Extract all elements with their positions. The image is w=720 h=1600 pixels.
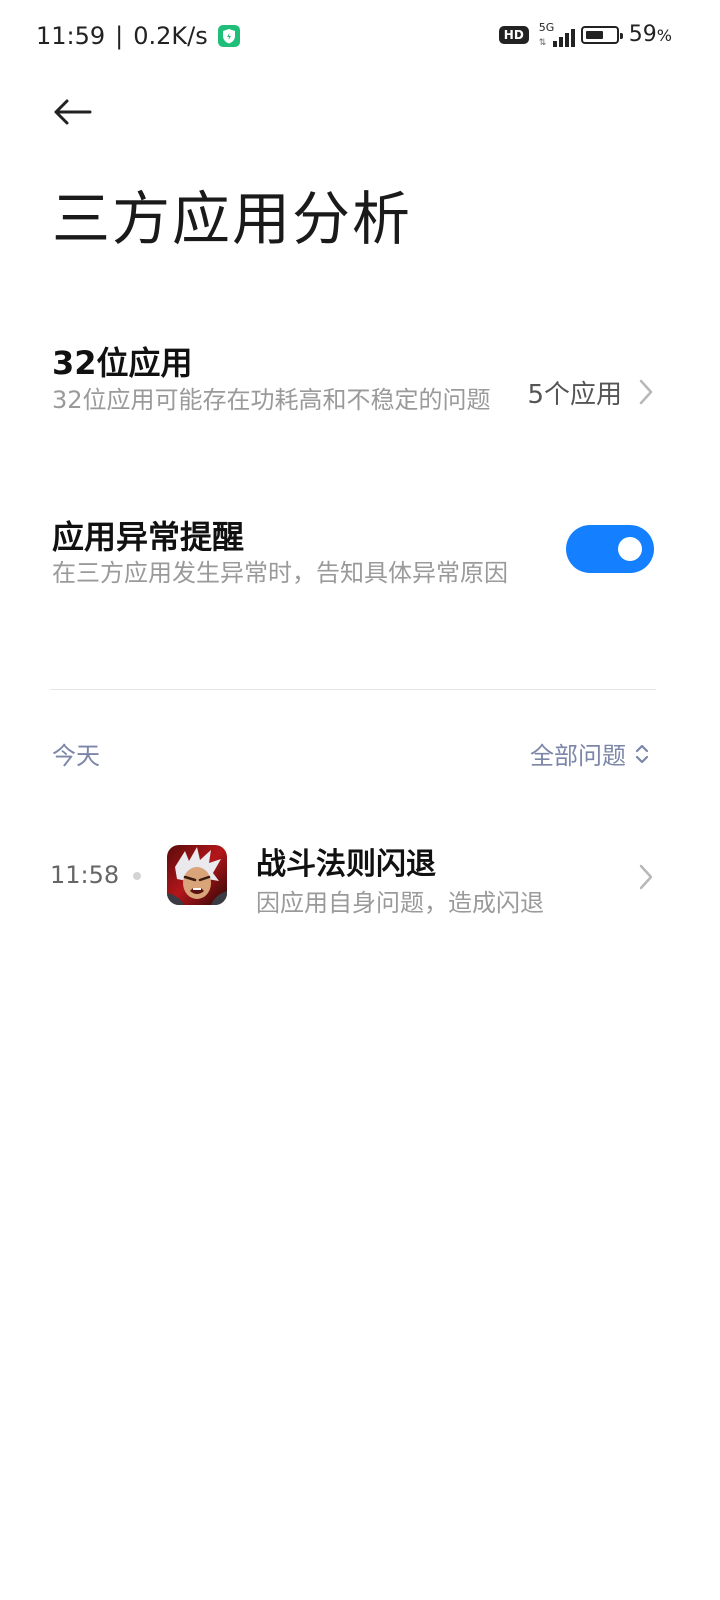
crash-alert-toggle[interactable] (566, 525, 654, 573)
battery-percent: 59% (628, 22, 672, 47)
crash-alert-item: 应用异常提醒 在三方应用发生异常时，告知具体异常原因 (0, 500, 720, 610)
bit32-apps-count: 5个应用 (527, 380, 622, 410)
status-separator: | (115, 22, 124, 50)
game-app-icon (167, 845, 227, 905)
chevron-right-icon (639, 379, 653, 405)
battery-level-fill (585, 30, 603, 39)
date-label: 今天 (52, 742, 100, 770)
status-time: 11:59 (36, 22, 106, 50)
bit32-apps-description: 32位应用可能存在功耗高和不稳定的问题 (52, 386, 491, 414)
page-title: 三方应用分析 (52, 185, 413, 253)
chevron-right-icon (639, 864, 653, 890)
toggle-knob (618, 537, 642, 561)
filter-label: 全部问题 (530, 742, 626, 770)
status-bar-right: HD 5G ⇅ 59% (498, 21, 672, 48)
signal-icon: 5G ⇅ (538, 21, 575, 48)
event-reason: 因应用自身问题，造成闪退 (256, 889, 544, 917)
data-arrows-icon: ⇅ (538, 37, 547, 48)
net-speed: 0.2K/s (133, 22, 208, 50)
event-app-name: 战斗法则闪退 (256, 847, 436, 882)
event-time: 11:58 (50, 861, 120, 889)
back-button[interactable] (44, 90, 100, 134)
hd-voice-icon: HD (498, 25, 529, 44)
issue-filter-dropdown[interactable]: 全部问题 (530, 736, 650, 771)
chevron-up-down-icon (635, 744, 649, 763)
divider (50, 689, 656, 690)
crash-alert-title: 应用异常提醒 (52, 518, 245, 556)
security-shield-icon (217, 25, 240, 47)
signal-bars-icon (552, 28, 575, 47)
list-item[interactable]: 11:58 战斗法则闪退 因应用自身问题，造成闪退 (0, 825, 720, 925)
back-arrow-icon (54, 99, 92, 125)
battery-icon (580, 25, 623, 44)
crash-alert-description: 在三方应用发生异常时，告知具体异常原因 (52, 559, 508, 587)
status-bar-left: 11:59 | 0.2K/s (36, 22, 240, 50)
bit32-apps-title: 32位应用 (52, 344, 193, 382)
bit32-apps-item[interactable]: 32位应用 32位应用可能存在功耗高和不稳定的问题 5个应用 (0, 320, 720, 460)
timeline-dot (133, 872, 141, 880)
